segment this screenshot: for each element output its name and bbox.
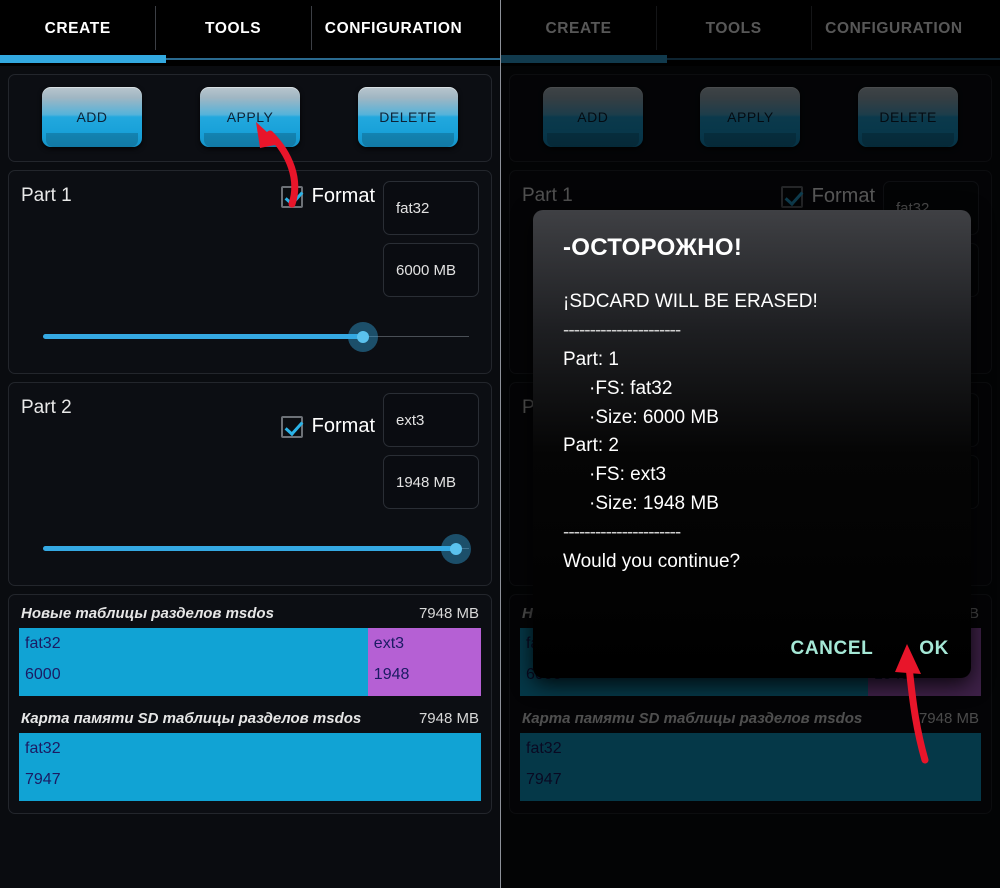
dialog-question: Would you continue? (563, 550, 741, 572)
dialog-divider-top: ---------------------- (563, 319, 681, 341)
partition-card-1: Part 1 Format fat32 6000 MB (8, 170, 492, 374)
apply-button[interactable]: APPLY (200, 87, 300, 147)
dialog-part2-fs: ·FS: ext3 (589, 464, 667, 486)
delete-button-label: DELETE (379, 109, 437, 125)
partition-2-format-label: Format (311, 415, 375, 437)
partition-2-slider-fill (43, 546, 457, 551)
partition-1-format-label: Format (311, 185, 375, 207)
segment-size-label: 6000 (25, 666, 61, 683)
partition-1-format-checkbox[interactable] (280, 185, 303, 208)
dialog-part1-fs: ·FS: fat32 (589, 377, 673, 399)
dialog-ok-button[interactable]: OK (919, 638, 949, 660)
dialog-divider-bottom: ---------------------- (563, 522, 681, 543)
segment-size-label: 7947 (25, 771, 61, 788)
tab-active-indicator (0, 55, 166, 63)
dialog-warning-text: ¡SDCARD WILL BE ERASED! (563, 291, 818, 312)
tab-bar: CREATE TOOLS CONFIGURATION (0, 0, 500, 66)
partition-1-slider-thumb[interactable] (347, 322, 378, 352)
tab-create-label: CREATE (44, 20, 111, 38)
table-new-bar: fat32 6000 ext3 1948 (19, 628, 481, 696)
tab-configuration-label: CONFIGURATION (324, 20, 463, 38)
table-sd-total: 7948 MB (418, 710, 479, 727)
partition-2-fs-field[interactable]: ext3 (383, 393, 479, 447)
dialog-part2-line: Part: 2 (563, 435, 619, 457)
partition-2-slider-thumb[interactable] (441, 534, 472, 564)
table-header-new: Новые таблицы разделов msdos 7948 MB (19, 603, 481, 628)
tab-tools[interactable]: TOOLS (155, 0, 310, 58)
action-bar: ADD APPLY DELETE (8, 74, 492, 162)
table-sd-title: Карта памяти SD таблицы разделов msdos (21, 710, 362, 727)
partition-1-size-field[interactable]: 6000 MB (383, 243, 479, 297)
table-new-segment-ext3: ext3 1948 (367, 628, 481, 696)
dialog-title: -ОСТОРОЖНО! (563, 234, 743, 261)
segment-fs-label: fat32 (25, 635, 61, 652)
partition-2-format-checkbox[interactable] (280, 415, 303, 438)
partition-1-slider[interactable] (43, 315, 469, 359)
partition-tables: Новые таблицы разделов msdos 7948 MB fat… (8, 594, 492, 814)
add-button-label: ADD (76, 109, 108, 125)
partition-1-fs-field[interactable]: fat32 (383, 181, 479, 235)
partition-2-slider[interactable] (43, 527, 472, 571)
dialog-part1-line: Part: 1 (563, 348, 619, 370)
segment-fs-label: fat32 (25, 740, 61, 757)
table-new-title: Новые таблицы разделов msdos (21, 605, 274, 622)
warning-dialog: -ОСТОРОЖНО! ¡SDCARD WILL BE ERASED! ----… (533, 210, 971, 678)
dialog-body: ¡SDCARD WILL BE ERASED! ----------------… (563, 288, 945, 577)
segment-size-label: 1948 (373, 666, 410, 683)
tab-create[interactable]: CREATE (0, 0, 155, 58)
panel-before: CREATE TOOLS CONFIGURATION ADD APPLY DEL… (0, 0, 500, 888)
comparison-screenshot: CREATE TOOLS CONFIGURATION ADD APPLY DEL… (0, 0, 1000, 888)
apply-button-label: APPLY (226, 109, 274, 125)
dialog-part1-size: ·Size: 6000 MB (589, 406, 719, 428)
table-new-total: 7948 MB (418, 605, 479, 622)
delete-button[interactable]: DELETE (358, 87, 458, 147)
dialog-part2-size: ·Size: 1948 MB (589, 493, 719, 515)
dialog-cancel-button[interactable]: CANCEL (791, 638, 874, 660)
table-header-sd: Карта памяти SD таблицы разделов msdos 7… (19, 708, 481, 733)
tab-tools-label: TOOLS (205, 20, 262, 38)
tab-configuration[interactable]: CONFIGURATION (310, 0, 500, 58)
partition-2-size-field[interactable]: 1948 MB (383, 455, 479, 509)
empty-area (0, 814, 500, 888)
segment-fs-label: ext3 (373, 635, 405, 652)
partition-1-slider-fill (43, 334, 363, 339)
add-button[interactable]: ADD (42, 87, 142, 147)
dialog-actions: CANCEL OK (791, 638, 949, 660)
table-sd-segment-fat32: fat32 7947 (19, 733, 481, 801)
table-sd-bar: fat32 7947 (19, 733, 481, 801)
table-new-segment-fat32: fat32 6000 (19, 628, 368, 696)
partition-1-name: Part 1 (21, 185, 72, 206)
panel-after: CREATE TOOLS CONFIGURATION ADD APPLY DEL… (500, 0, 1000, 888)
partition-card-2: Part 2 Format ext3 1948 MB (8, 382, 492, 586)
partition-2-name: Part 2 (21, 397, 72, 418)
